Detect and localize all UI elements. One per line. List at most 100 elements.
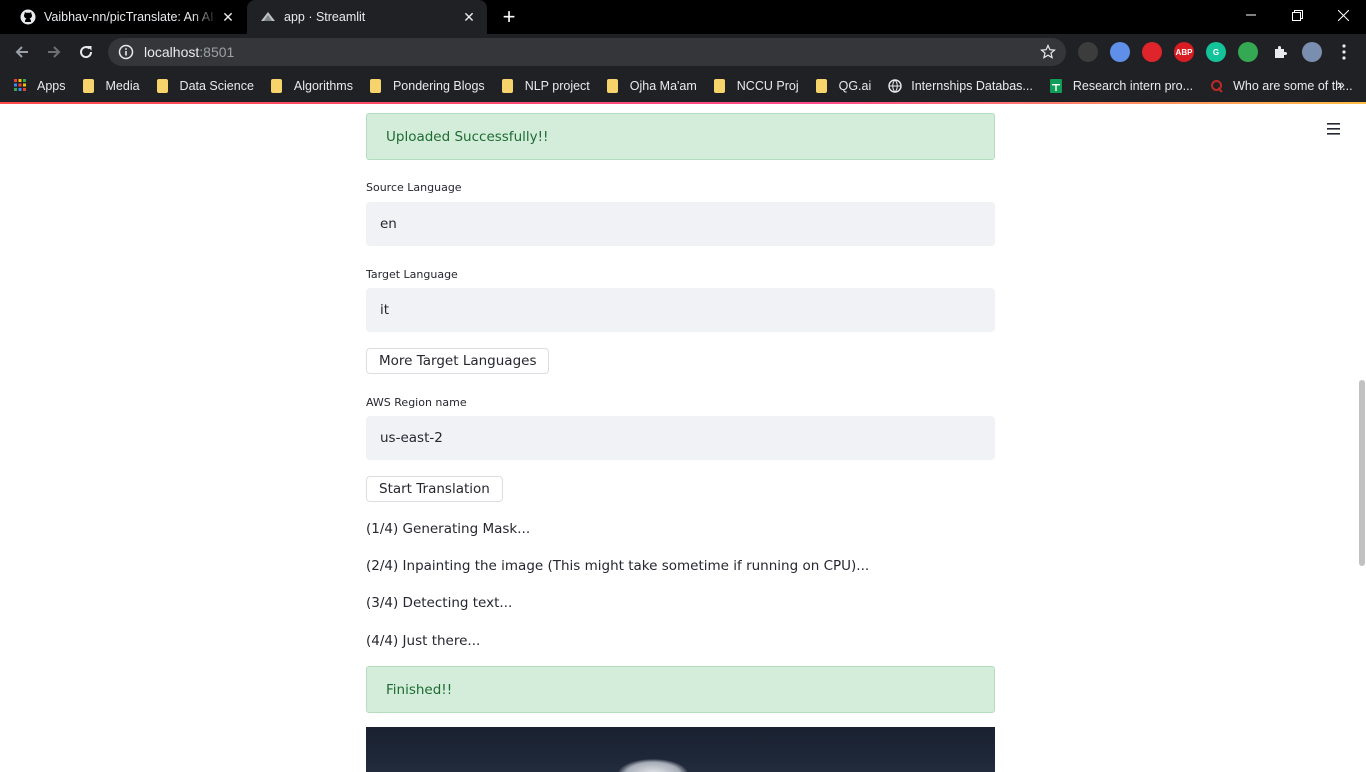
restore-window-button[interactable]: [1274, 0, 1320, 30]
reload-button[interactable]: [72, 38, 100, 66]
tab-title: app · Streamlit: [284, 10, 366, 24]
folder-icon: [501, 79, 515, 93]
bookmark-label: Media: [105, 79, 140, 93]
globe-icon: [888, 79, 902, 93]
translated-image: [366, 727, 995, 772]
bookmark-item[interactable]: Media: [82, 79, 140, 93]
quora-icon: [1210, 79, 1223, 93]
browser-menu-button[interactable]: [1330, 38, 1358, 66]
stop-hand-icon[interactable]: [1142, 42, 1162, 62]
start-translation-button[interactable]: Start Translation: [366, 476, 503, 502]
page-scrollbar[interactable]: [1359, 380, 1365, 566]
bookmark-item[interactable]: NLP project: [501, 79, 590, 93]
puzzle-extensions-icon[interactable]: [1270, 42, 1290, 62]
new-tab-button[interactable]: +: [498, 6, 520, 28]
progress-step-3: (3/4) Detecting text...: [366, 595, 513, 611]
minimize-window-button[interactable]: [1228, 0, 1274, 30]
bookmark-label: NLP project: [524, 79, 590, 93]
bookmark-label: Ojha Ma'am: [629, 79, 697, 93]
info-icon[interactable]: [118, 44, 134, 60]
bookmarks-bar: Apps Media Data Science Algorithms Pondering…: [0, 70, 1366, 102]
finished-success-alert: Finished!!: [366, 666, 995, 713]
bookmark-item[interactable]: Algorithms: [270, 79, 353, 93]
close-icon: [1337, 9, 1349, 21]
source-language-label: Source Language: [366, 181, 462, 194]
close-icon[interactable]: ✕: [459, 7, 479, 27]
tab-title: Vaibhav-nn/picTranslate: An AI based: [44, 10, 218, 24]
target-language-input[interactable]: it: [366, 288, 995, 332]
sheets-icon: [1049, 79, 1063, 93]
more-target-languages-button[interactable]: More Target Languages: [366, 348, 550, 374]
bookmark-label: NCCU Proj: [736, 79, 799, 93]
streamlit-icon: [260, 9, 276, 25]
bookmark-item[interactable]: Data Science: [156, 79, 254, 93]
bookmark-item[interactable]: Apps: [14, 79, 66, 93]
github-icon: [20, 9, 36, 25]
bookmark-item[interactable]: Who are some of th...: [1210, 79, 1353, 93]
progress-step-1: (1/4) Generating Mask...: [366, 521, 531, 537]
bookmark-item[interactable]: NCCU Proj: [713, 79, 799, 93]
bookmark-item[interactable]: Internships Databas...: [888, 79, 1033, 93]
restore-icon: [1291, 9, 1303, 21]
bookmark-item[interactable]: QG.ai: [815, 79, 872, 93]
extension-badge-text: G: [1212, 47, 1220, 57]
browser-toolbar: localhost:8501 ABP G: [0, 34, 1366, 70]
grammarly-icon[interactable]: G: [1206, 42, 1226, 62]
hamburger-menu-icon[interactable]: [1325, 122, 1343, 136]
image-bright-spot: [618, 759, 688, 772]
tab-streamlit-app[interactable]: app · Streamlit ✕: [247, 0, 487, 34]
source-language-value: en: [380, 216, 397, 232]
url-text: localhost:8501: [144, 44, 234, 60]
browser-tab-strip: Vaibhav-nn/picTranslate: An AI based ✕ a…: [0, 0, 1366, 34]
source-language-input[interactable]: en: [366, 202, 995, 246]
extension-notify-icon[interactable]: [1110, 42, 1130, 62]
bookmark-item[interactable]: Ojha Ma'am: [606, 79, 697, 93]
back-button[interactable]: [8, 38, 36, 66]
folder-icon: [270, 79, 284, 93]
streamlit-app-view: Uploaded Successfully!! Source Language …: [0, 104, 1366, 772]
apps-grid-icon: [14, 79, 27, 93]
url-host: localhost: [144, 44, 200, 60]
finished-text: Finished!!: [386, 681, 453, 698]
extension-dark-icon[interactable]: [1078, 42, 1098, 62]
bookmark-item[interactable]: Pondering Blogs: [369, 79, 485, 93]
bookmark-star-icon[interactable]: [1040, 44, 1056, 60]
close-window-button[interactable]: [1320, 0, 1366, 30]
folder-icon: [82, 79, 96, 93]
bookmark-label: Internships Databas...: [911, 79, 1033, 93]
folder-icon: [713, 79, 727, 93]
bookmark-label: Algorithms: [293, 79, 353, 93]
bookmarks-overflow-icon[interactable]: »: [1337, 76, 1350, 92]
folder-icon: [156, 79, 170, 93]
bookmark-label: Data Science: [179, 79, 254, 93]
arrow-right-icon: [48, 46, 61, 58]
bookmark-label: Pondering Blogs: [392, 79, 485, 93]
reload-icon: [80, 46, 93, 59]
extension-badge-text: ABP: [1175, 47, 1193, 57]
kebab-menu-icon: [1342, 44, 1346, 60]
folder-icon: [815, 79, 829, 93]
adblock-plus-icon[interactable]: ABP: [1174, 42, 1194, 62]
target-language-value: it: [380, 302, 390, 318]
profile-avatar-icon[interactable]: [1302, 42, 1322, 62]
aws-region-label: AWS Region name: [366, 396, 467, 409]
folder-icon: [606, 79, 620, 93]
bookmark-label: QG.ai: [838, 79, 872, 93]
folder-icon: [369, 79, 383, 93]
aws-region-value: us-east-2: [380, 430, 443, 446]
mail-check-icon[interactable]: [1238, 42, 1258, 62]
arrow-left-icon: [15, 46, 28, 58]
upload-success-alert: Uploaded Successfully!!: [366, 113, 995, 160]
forward-button[interactable]: [40, 38, 68, 66]
close-icon[interactable]: ✕: [218, 7, 238, 27]
upload-success-text: Uploaded Successfully!!: [386, 128, 549, 145]
target-language-label: Target Language: [366, 268, 458, 281]
minimize-icon: [1246, 14, 1256, 16]
tab-github[interactable]: Vaibhav-nn/picTranslate: An AI based ✕: [0, 0, 246, 34]
progress-step-4: (4/4) Just there...: [366, 633, 481, 649]
aws-region-input[interactable]: us-east-2: [366, 416, 995, 460]
bookmark-item[interactable]: Research intern pro...: [1049, 79, 1194, 93]
address-bar[interactable]: localhost:8501: [108, 38, 1066, 66]
url-port: :8501: [199, 44, 235, 60]
bookmark-label: Research intern pro...: [1072, 79, 1194, 93]
